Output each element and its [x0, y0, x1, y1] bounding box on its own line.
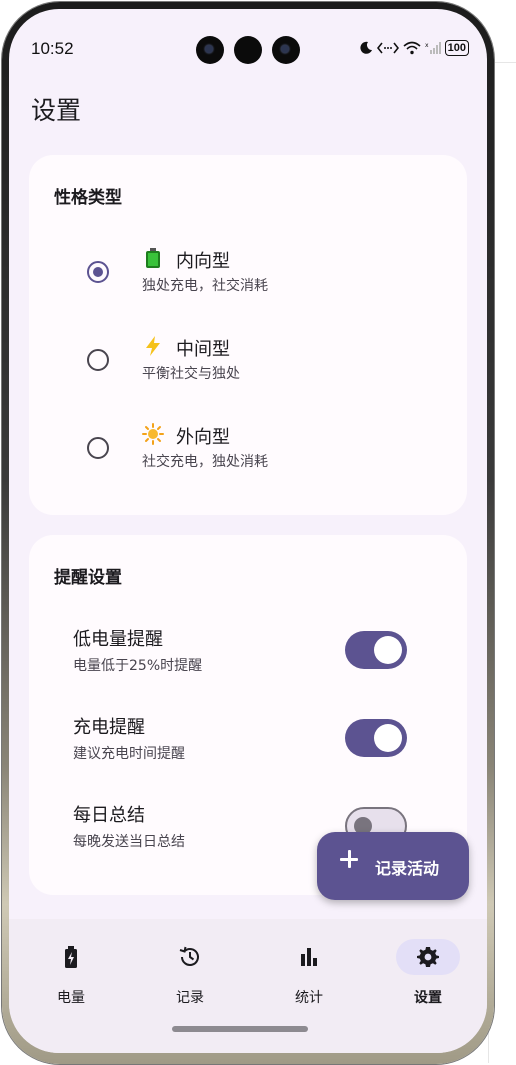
front-camera-icon [272, 36, 300, 64]
reminder-low-battery: 低电量提醒 电量低于25%时提醒 [29, 625, 467, 695]
radio-button[interactable] [87, 437, 109, 459]
phone-frame: 10:52 x 100 设置 性格类型 内向型 独处充电，社交消耗 中间型 平衡… [2, 2, 494, 1064]
nav-label: 设置 [414, 990, 442, 1006]
reminder-description: 建议充电时间提醒 [73, 746, 185, 762]
front-camera-icon [196, 36, 224, 64]
option-description: 平衡社交与独处 [142, 366, 240, 382]
home-indicator[interactable] [172, 1026, 308, 1032]
sensor-icon [234, 36, 262, 64]
plus-icon [337, 847, 361, 871]
nav-item-statistics[interactable]: 统计 [259, 939, 359, 1009]
page: 10:52 x 100 设置 性格类型 内向型 独处充电，社交消耗 中间型 平衡… [0, 0, 516, 1065]
reminder-label: 低电量提醒 [73, 629, 163, 650]
bar-chart-icon [301, 948, 317, 966]
nav-item-settings[interactable]: 设置 [378, 939, 478, 1009]
personality-card: 性格类型 内向型 独处充电，社交消耗 中间型 平衡社交与独处 外向型 社交充电，… [29, 155, 467, 515]
personality-option-extrovert[interactable]: 外向型 社交充电，独处消耗 [29, 421, 467, 491]
charging-toggle[interactable] [345, 719, 407, 757]
record-activity-button[interactable]: 记录活动 [317, 832, 469, 900]
history-icon [179, 946, 199, 966]
reminder-title: 提醒设置 [54, 568, 122, 588]
battery-icon [65, 946, 77, 968]
bottom-navigation: 电量 记录 统计 设置 [9, 919, 487, 1053]
sun-icon [142, 423, 164, 445]
status-icons: x 100 [359, 40, 469, 56]
option-label: 外向型 [176, 427, 230, 448]
personality-option-introvert[interactable]: 内向型 独处充电，社交消耗 [29, 245, 467, 315]
personality-option-ambivert[interactable]: 中间型 平衡社交与独处 [29, 333, 467, 403]
moon-icon [360, 41, 372, 54]
reminder-charging: 充电提醒 建议充电时间提醒 [29, 713, 467, 783]
option-label: 内向型 [176, 251, 230, 272]
nav-item-records[interactable]: 记录 [140, 939, 240, 1009]
gear-icon [417, 947, 439, 967]
status-bar: 10:52 x 100 [9, 9, 487, 89]
fab-label: 记录活动 [375, 859, 440, 878]
nav-label: 记录 [176, 990, 204, 1006]
app-screen: 10:52 x 100 设置 性格类型 内向型 独处充电，社交消耗 中间型 平衡… [9, 9, 487, 1053]
low-battery-toggle[interactable] [345, 631, 407, 669]
wifi-icon [403, 41, 421, 55]
nav-label: 统计 [295, 990, 323, 1006]
reminder-label: 每日总结 [73, 805, 145, 826]
nav-item-energy[interactable]: 电量 [21, 939, 121, 1009]
option-description: 独处充电，社交消耗 [142, 278, 268, 294]
status-time: 10:52 [31, 39, 74, 58]
page-title: 设置 [31, 96, 82, 125]
lightning-icon [146, 336, 160, 356]
battery-indicator: 100 [444, 40, 469, 56]
reminder-description: 电量低于25%时提醒 [73, 658, 203, 674]
nav-label: 电量 [57, 990, 85, 1006]
svg-text:x: x [425, 42, 429, 49]
signal-icon: x [425, 42, 441, 54]
reminder-label: 充电提醒 [73, 717, 145, 738]
personality-title: 性格类型 [54, 188, 122, 208]
option-label: 中间型 [176, 339, 230, 360]
radio-button[interactable] [87, 261, 109, 283]
data-arrows-icon [376, 42, 399, 54]
reminder-description: 每晚发送当日总结 [73, 834, 185, 850]
option-description: 社交充电，独处消耗 [142, 454, 268, 470]
radio-button[interactable] [87, 349, 109, 371]
toggle-knob [374, 724, 402, 752]
toggle-knob [374, 636, 402, 664]
battery-icon [146, 248, 160, 268]
